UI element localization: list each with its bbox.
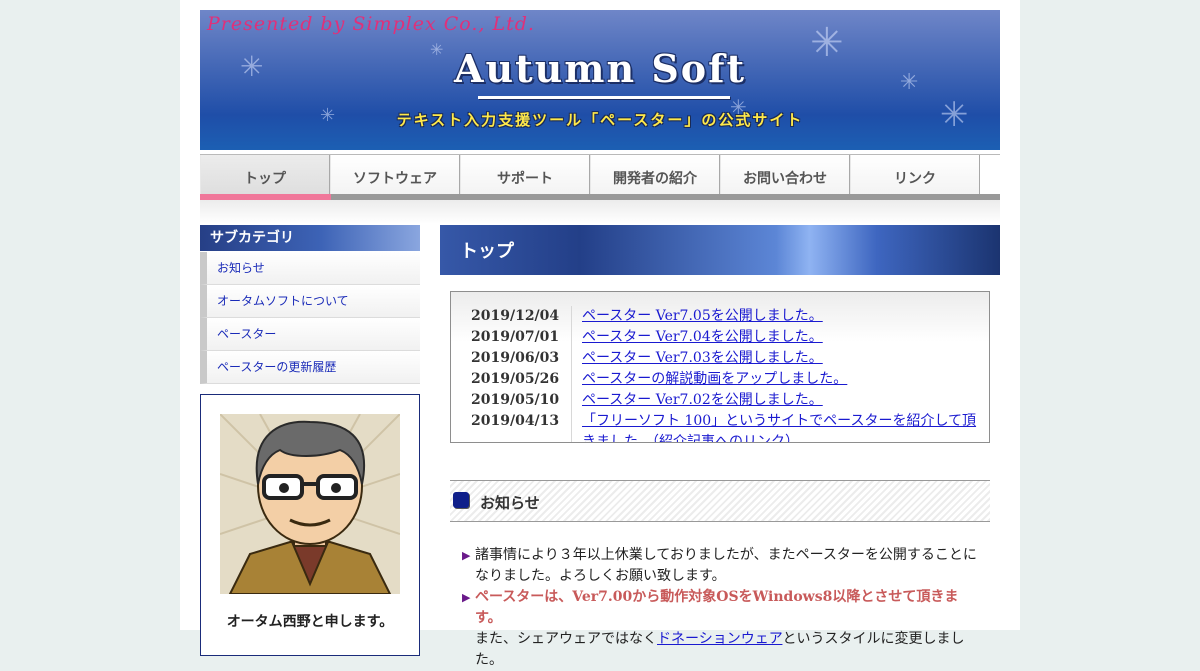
news-list[interactable]: 2019/12/04 ペースター Ver7.05を公開しました。 2019/07… bbox=[450, 291, 990, 443]
donationware-link[interactable]: ドネーションウェア bbox=[657, 631, 782, 647]
section-title: お知らせ bbox=[480, 494, 540, 512]
sidebar-list: お知らせ オータムソフトについて ペースター ペースターの更新履歴 bbox=[200, 252, 420, 384]
sidebar-heading: サブカテゴリ bbox=[200, 225, 420, 251]
nav-shadow bbox=[200, 200, 1000, 224]
news-date: 2019/12/04 bbox=[471, 308, 560, 324]
triangle-bullet-icon: ▶ bbox=[462, 549, 471, 562]
triangle-bullet-icon: ▶ bbox=[462, 591, 471, 604]
news-link[interactable]: ペースターの解説動画をアップしました。 bbox=[582, 369, 977, 390]
profile-name: オータム西野と申します。 bbox=[226, 614, 394, 630]
news-link[interactable]: ペースター Ver7.04を公開しました。 bbox=[582, 327, 977, 348]
notice-text: また、シェアウェアではなく bbox=[475, 631, 657, 647]
sidebar-item-history[interactable]: ペースターの更新履歴 bbox=[200, 351, 420, 384]
nav-item-support[interactable]: サポート bbox=[460, 155, 590, 195]
sidebar-item-paster[interactable]: ペースター bbox=[200, 318, 420, 351]
news-date: 2019/04/13 bbox=[471, 413, 560, 429]
square-bullet-icon bbox=[453, 492, 469, 508]
profile-box: オータム西野と申します。 bbox=[200, 394, 420, 656]
site-banner: ✳ ✳ ✳ ✳ ✳ ✳ ✳ Presented by Simplex Co., … bbox=[200, 10, 1000, 150]
news-link[interactable]: ペースター Ver7.05を公開しました。 bbox=[582, 306, 977, 327]
developer-portrait bbox=[220, 414, 400, 594]
sidebar-item-about[interactable]: オータムソフトについて bbox=[200, 285, 420, 318]
page: ✳ ✳ ✳ ✳ ✳ ✳ ✳ Presented by Simplex Co., … bbox=[180, 0, 1020, 668]
news-link[interactable]: 「フリーソフト 100」というサイトでペースターを紹介して頂きました。（紹介記事… bbox=[582, 411, 977, 442]
notice-list: ▶ 諸事情により３年以上休業しておりましたが、またペースターを公開することになり… bbox=[460, 545, 980, 671]
nav-item-developer[interactable]: 開発者の紹介 bbox=[590, 155, 720, 195]
section-heading: お知らせ bbox=[450, 480, 990, 522]
news-divider bbox=[571, 306, 572, 442]
notice-item: ▶ 諸事情により３年以上休業しておりましたが、またペースターを公開することになり… bbox=[460, 545, 980, 587]
news-date: 2019/06/03 bbox=[471, 350, 560, 366]
nav-item-links[interactable]: リンク bbox=[850, 155, 980, 195]
nav-item-contact[interactable]: お問い合わせ bbox=[720, 155, 850, 195]
presented-by-text: Presented by Simplex Co., Ltd. bbox=[207, 13, 535, 35]
nav-item-software[interactable]: ソフトウェア bbox=[330, 155, 460, 195]
logo-underline bbox=[478, 96, 730, 99]
news-date: 2019/07/01 bbox=[471, 329, 560, 345]
notice-highlight: ペースターは、Ver7.00から動作対象OSをWindows8以降とさせて頂きま… bbox=[475, 589, 959, 626]
notice-text: 諸事情により３年以上休業しておりましたが、またペースターを公開することになりまし… bbox=[475, 547, 977, 584]
news-link[interactable]: ペースター Ver7.03を公開しました。 bbox=[582, 348, 977, 369]
site-tagline: テキスト入力支援ツール「ペースター」の公式サイト bbox=[396, 111, 804, 129]
portrait-illustration bbox=[220, 414, 400, 594]
news-date: 2019/05/26 bbox=[471, 371, 560, 387]
sidebar-item-news[interactable]: お知らせ bbox=[200, 252, 420, 285]
news-link[interactable]: ペースター Ver7.02を公開しました。 bbox=[582, 390, 977, 411]
nav-item-top[interactable]: トップ bbox=[200, 155, 330, 195]
news-date: 2019/05/10 bbox=[471, 392, 560, 408]
page-title: トップ bbox=[440, 225, 1000, 275]
site-logo[interactable]: Autumn Soft bbox=[200, 46, 1000, 91]
notice-item: ▶ ペースターは、Ver7.00から動作対象OSをWindows8以降とさせて頂… bbox=[460, 587, 980, 671]
